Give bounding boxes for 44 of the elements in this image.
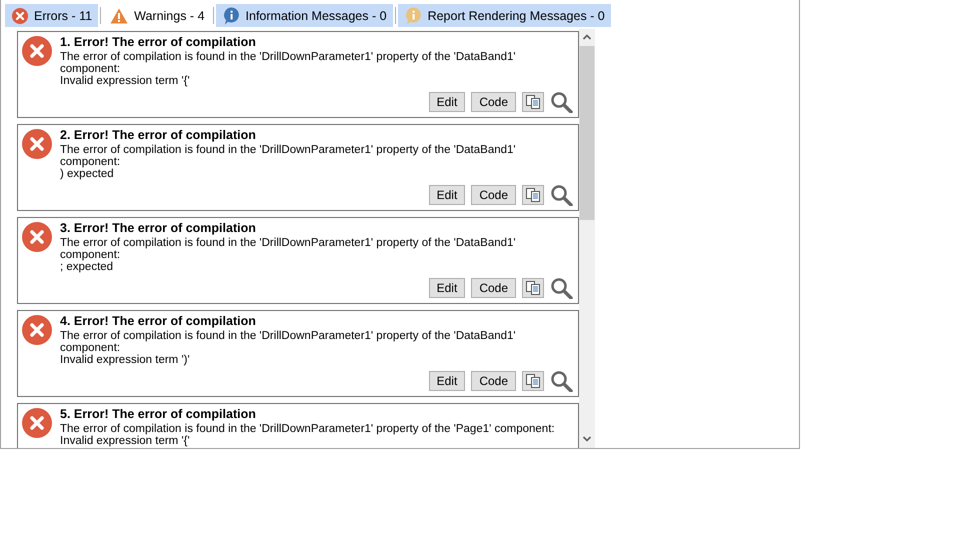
- search-icon[interactable]: [550, 370, 574, 392]
- message-title: 2. Error! The error of compilation: [60, 129, 257, 142]
- copy-button[interactable]: [522, 185, 544, 205]
- error-icon: [22, 408, 52, 438]
- message-title: 5. Error! The error of compilation: [60, 408, 257, 421]
- message-text: The error of compilation is found in the 'DrillDownParameter1' property of the 'DataBand1' component:: [60, 51, 517, 75]
- search-icon[interactable]: [550, 184, 574, 206]
- error-icon: [22, 222, 52, 252]
- edit-button[interactable]: Edit: [428, 278, 466, 298]
- copy-button[interactable]: [522, 371, 544, 391]
- filter-tab[interactable]: Report Rendering Messages - 0: [398, 4, 611, 27]
- message-detail: Invalid expression term '{': [60, 435, 191, 447]
- error-icon: [12, 8, 28, 24]
- error-icon: [22, 129, 52, 159]
- message-title: 4. Error! The error of compilation: [60, 315, 257, 328]
- message-detail: ) expected: [60, 168, 115, 180]
- message-text: The error of compilation is found in the 'DrillDownParameter1' property of the 'DataBand1' component:: [60, 330, 517, 354]
- filter-tab[interactable]: Errors - 11: [5, 4, 98, 27]
- filter-tab[interactable]: Warnings - 4: [103, 4, 211, 27]
- error-icon: [22, 315, 52, 345]
- edit-button[interactable]: Edit: [428, 185, 466, 205]
- search-icon[interactable]: [550, 91, 574, 113]
- code-button[interactable]: Code: [471, 92, 516, 112]
- info-bubble-icon: [222, 6, 240, 24]
- filter-tab[interactable]: Information Messages - 0: [216, 4, 393, 27]
- warning-icon: [110, 8, 128, 24]
- search-icon[interactable]: [550, 277, 574, 299]
- message-title: 1. Error! The error of compilation: [60, 36, 257, 49]
- code-button[interactable]: Code: [471, 185, 516, 205]
- code-button[interactable]: Code: [471, 371, 516, 391]
- message-text: The error of compilation is found in the 'DrillDownParameter1' property of the 'Page1' component:: [60, 423, 556, 435]
- message-text: The error of compilation is found in the 'DrillDownParameter1' property of the 'DataBand1' component:: [60, 144, 517, 168]
- error-icon: [22, 36, 52, 66]
- code-button[interactable]: Code: [471, 278, 516, 298]
- copy-button[interactable]: [522, 278, 544, 298]
- message-title: 3. Error! The error of compilation: [60, 222, 257, 235]
- message-detail: ; expected: [60, 261, 114, 273]
- message-text: The error of compilation is found in the 'DrillDownParameter1' property of the 'DataBand1' component:: [60, 237, 517, 261]
- message-detail: Invalid expression term '{': [60, 75, 191, 87]
- copy-button[interactable]: [522, 92, 544, 112]
- message-detail: Invalid expression term ')': [60, 354, 191, 366]
- edit-button[interactable]: Edit: [428, 92, 466, 112]
- edit-button[interactable]: Edit: [428, 371, 466, 391]
- info-bubble-icon: [404, 6, 422, 24]
